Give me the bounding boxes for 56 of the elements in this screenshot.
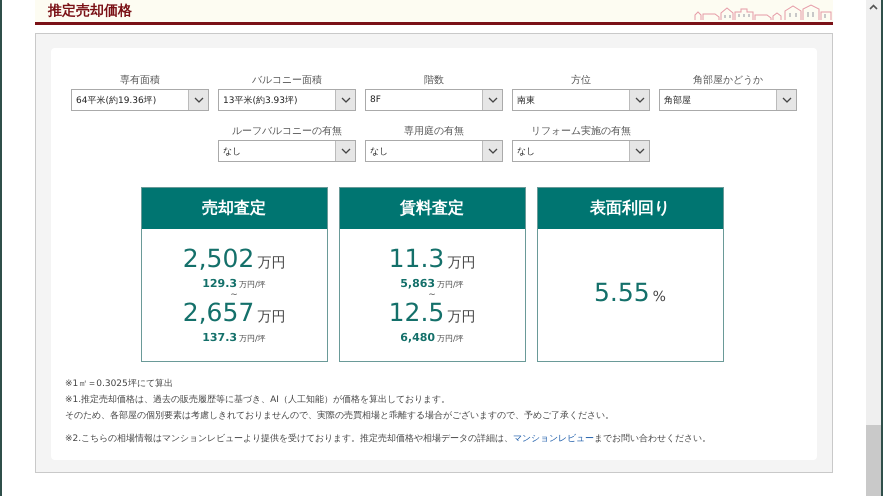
- yield-unit: %: [652, 288, 666, 307]
- amount-unit: 万円: [257, 308, 286, 327]
- per-tsubo-unit: 万円/坪: [239, 279, 266, 291]
- amount-unit: 万円: [447, 254, 476, 273]
- note-text: ※1㎡＝0.3025坪にて算出: [65, 378, 174, 391]
- chevron-down-icon: [340, 97, 350, 103]
- result-title: 表面利回り: [538, 188, 722, 229]
- contact-link[interactable]: マンションレビュー: [513, 434, 594, 444]
- dropdown[interactable]: 8F: [365, 89, 503, 111]
- dropdown[interactable]: なし: [218, 140, 356, 162]
- result-title: 売却査定: [142, 188, 326, 229]
- yield-value: 5.55: [594, 279, 650, 307]
- dropdown[interactable]: 13平米(約3.93坪): [218, 89, 356, 111]
- per-tsubo-unit: 万円/坪: [437, 279, 464, 291]
- dropdown[interactable]: 南東: [512, 89, 650, 111]
- note-text: ※2.こちらの相場情報はマンションレビューより提供を受けております。推定売却価格や相場データの詳細は、マンションレビュー までお問い合わせください。: [65, 432, 712, 446]
- amount-value: 12.5: [388, 299, 444, 327]
- chevron-down-icon: [634, 148, 644, 154]
- dropdown[interactable]: 角部屋: [659, 89, 797, 111]
- per-tsubo-value: 6,480: [400, 331, 436, 344]
- section-title: 推定売却価格: [48, 2, 132, 20]
- dropdown[interactable]: なし: [365, 140, 503, 162]
- per-tsubo-unit: 万円/坪: [437, 333, 464, 345]
- chevron-down-icon: [634, 97, 644, 103]
- dropdown[interactable]: 64平米(約19.36坪): [71, 89, 209, 111]
- amount-unit: 万円: [257, 254, 286, 273]
- scroll-thumb[interactable]: [866, 425, 881, 496]
- field-label: 階数: [423, 74, 445, 87]
- chevron-down-icon: [194, 97, 204, 103]
- range-separator: ~: [428, 291, 436, 299]
- amount-value: 11.3: [388, 245, 444, 273]
- chevron-down-icon: [488, 97, 498, 103]
- field-label: ルーフバルコニーの有無: [231, 125, 343, 138]
- note-text: そのため、各部屋の個別要素は考慮しきれておりませんので、実際の売買相場と乖離する場合がございますので、予めご了承ください。: [65, 410, 615, 423]
- amount-unit: 万円: [447, 308, 476, 327]
- chevron-down-icon: [488, 148, 498, 154]
- result-title: 賃料査定: [340, 188, 524, 229]
- range-separator: ~: [230, 291, 238, 299]
- field-label: 角部屋かどうか: [692, 74, 764, 87]
- amount-value: 2,657: [182, 299, 254, 327]
- field-label: リフォーム実施の有無: [530, 125, 632, 138]
- field-label: バルコニー面積: [251, 74, 323, 87]
- chevron-down-icon: [340, 148, 350, 154]
- field-label: 方位: [570, 74, 592, 87]
- amount-value: 2,502: [182, 245, 254, 273]
- dropdown[interactable]: なし: [512, 140, 650, 162]
- per-tsubo-value: 137.3: [202, 331, 238, 344]
- per-tsubo-value: 129.3: [202, 277, 238, 290]
- scroll-up-icon[interactable]: [869, 4, 878, 10]
- per-tsubo-value: 5,863: [400, 277, 436, 290]
- note-text: ※1.推定売却価格は、過去の販売履歴等に基づき、AI（人工知能）が価格を算出しております。: [65, 394, 451, 407]
- scrollbar[interactable]: [866, 0, 881, 496]
- per-tsubo-unit: 万円/坪: [239, 333, 266, 345]
- field-label: 専用庭の有無: [403, 125, 465, 138]
- field-label: 専有面積: [119, 74, 161, 87]
- chevron-down-icon: [782, 97, 792, 103]
